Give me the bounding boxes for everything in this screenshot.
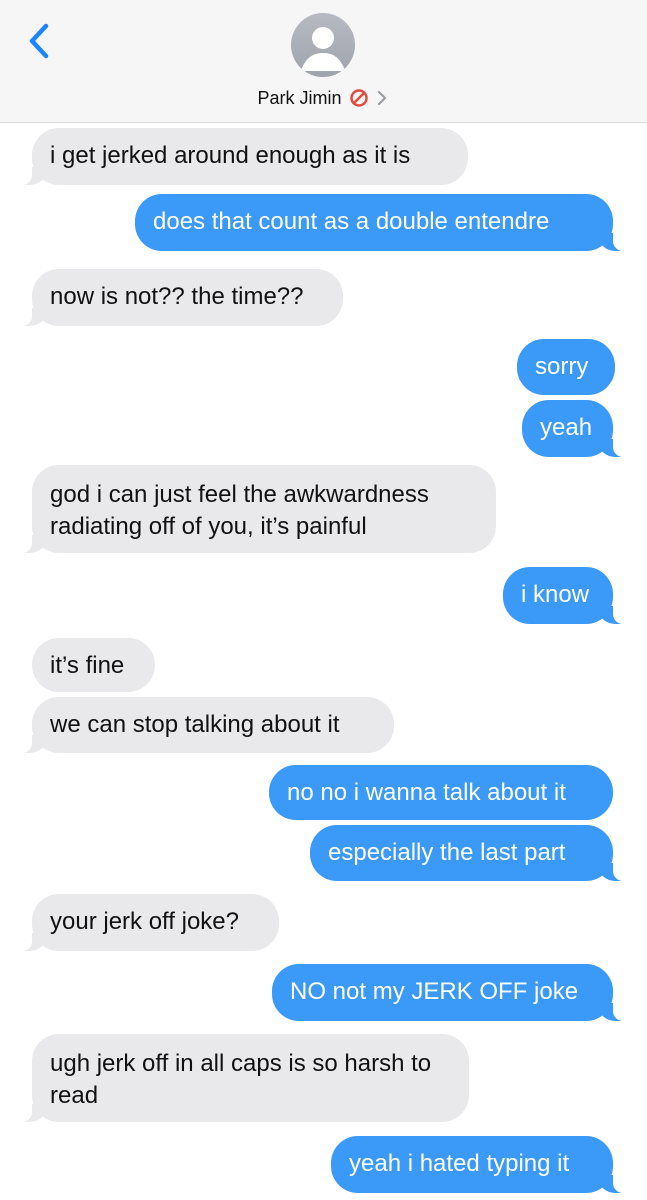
conversation-header: Park Jimin <box>0 0 647 123</box>
contact-info-button[interactable]: Park Jimin <box>0 84 647 112</box>
incoming-message-bubble[interactable]: we can stop talking about it <box>20 697 394 753</box>
outgoing-message-bubble[interactable]: especially the last part <box>310 825 625 881</box>
incoming-message-bubble[interactable]: it’s fine <box>32 638 155 692</box>
outgoing-message-bubble[interactable]: i know <box>503 567 625 624</box>
messages-screen: Park Jimin i get jerked around enough as… <box>0 0 647 1200</box>
chevron-right-icon <box>374 88 390 108</box>
outgoing-message-bubble[interactable]: no no i wanna talk about it <box>269 765 613 820</box>
outgoing-message-bubble[interactable]: NO not my JERK OFF joke <box>272 964 625 1021</box>
incoming-message-bubble[interactable]: now is not?? the time?? <box>20 269 343 326</box>
message-thread[interactable]: i get jerked around enough as it is does… <box>0 124 647 1200</box>
outgoing-message-bubble[interactable]: yeah i hated typing it <box>331 1136 625 1193</box>
outgoing-message-bubble[interactable]: sorry <box>517 339 615 395</box>
outgoing-message-bubble[interactable]: does that count as a double entendre <box>135 194 625 251</box>
chevron-left-icon <box>29 23 49 59</box>
contact-name: Park Jimin <box>257 88 342 108</box>
avatar[interactable] <box>291 13 355 77</box>
back-button[interactable] <box>22 22 56 60</box>
incoming-message-bubble[interactable]: i get jerked around enough as it is <box>20 128 468 185</box>
incoming-message-bubble[interactable]: your jerk off joke? <box>20 894 279 951</box>
incoming-message-bubble[interactable]: ugh jerk off in all caps is so harsh to … <box>20 1034 469 1122</box>
person-avatar-icon <box>301 27 345 71</box>
no-entry-icon <box>349 88 369 108</box>
outgoing-message-bubble[interactable]: yeah <box>522 400 625 457</box>
incoming-message-bubble[interactable]: god i can just feel the awkwardness radi… <box>20 465 496 553</box>
